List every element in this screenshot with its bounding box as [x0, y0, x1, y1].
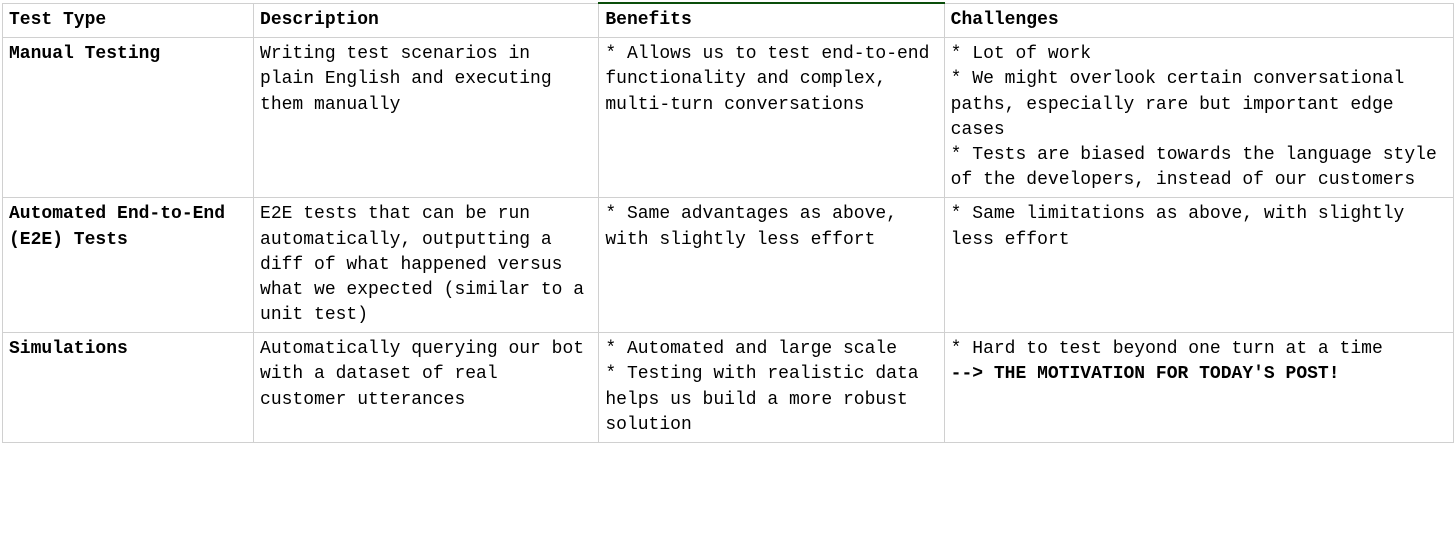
header-description: Description [254, 3, 599, 38]
cell-benefits: * Allows us to test end-to-end functiona… [599, 38, 944, 198]
table-row: Automated End-to-End (E2E) TestsE2E test… [3, 198, 1454, 333]
cell-test-type: Manual Testing [3, 38, 254, 198]
challenge-line: * Same limitations as above, with slight… [951, 202, 1447, 252]
benefit-line: * Testing with realistic data helps us b… [605, 362, 937, 438]
cell-description: Writing test scenarios in plain English … [254, 38, 599, 198]
cell-description: Automatically querying our bot with a da… [254, 333, 599, 443]
benefit-line: * Allows us to test end-to-end functiona… [605, 42, 937, 118]
test-types-table: Test Type Description Benefits Challenge… [2, 2, 1454, 443]
challenge-line: * We might overlook certain conversation… [951, 67, 1447, 143]
benefit-line: * Automated and large scale [605, 337, 937, 362]
table-header-row: Test Type Description Benefits Challenge… [3, 3, 1454, 38]
challenge-line: * Lot of work [951, 42, 1447, 67]
header-benefits: Benefits [599, 3, 944, 38]
table-body: Manual TestingWriting test scenarios in … [3, 38, 1454, 443]
cell-benefits: * Same advantages as above, with slightl… [599, 198, 944, 333]
cell-challenges: * Lot of work* We might overlook certain… [944, 38, 1453, 198]
challenge-line: * Hard to test beyond one turn at a time [951, 337, 1447, 362]
table-row: Manual TestingWriting test scenarios in … [3, 38, 1454, 198]
header-challenges: Challenges [944, 3, 1453, 38]
challenge-emphasis: --> THE MOTIVATION FOR TODAY'S POST! [951, 362, 1447, 387]
cell-challenges: * Hard to test beyond one turn at a time… [944, 333, 1453, 443]
challenge-line: * Tests are biased towards the language … [951, 143, 1447, 193]
cell-benefits: * Automated and large scale* Testing wit… [599, 333, 944, 443]
cell-challenges: * Same limitations as above, with slight… [944, 198, 1453, 333]
table-row: SimulationsAutomatically querying our bo… [3, 333, 1454, 443]
cell-test-type: Automated End-to-End (E2E) Tests [3, 198, 254, 333]
cell-test-type: Simulations [3, 333, 254, 443]
cell-description: E2E tests that can be run automatically,… [254, 198, 599, 333]
header-test-type: Test Type [3, 3, 254, 38]
benefit-line: * Same advantages as above, with slightl… [605, 202, 937, 252]
